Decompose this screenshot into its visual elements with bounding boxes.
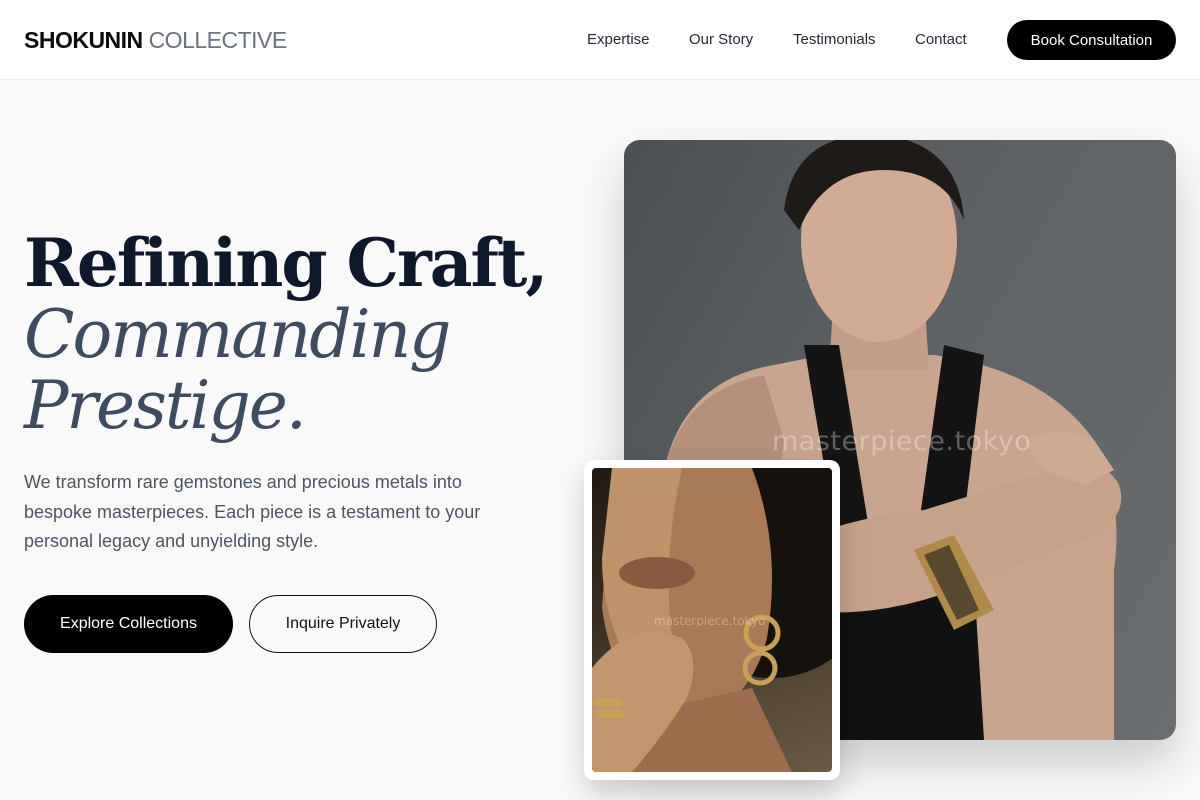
nav-link-expertise[interactable]: Expertise (587, 30, 650, 50)
brand-name-light: COLLECTIVE (148, 27, 288, 53)
nav-link-our-story[interactable]: Our Story (689, 30, 753, 50)
nav-link-contact[interactable]: Contact (915, 30, 967, 50)
explore-collections-button[interactable]: Explore Collections (24, 595, 233, 653)
hero-inset-photo-frame: masterpiece.tokyo (584, 460, 840, 780)
inquire-privately-button[interactable]: Inquire Privately (249, 595, 437, 653)
brand-name-strong: SHOKUNIN (24, 27, 143, 53)
headline-line-1: Refining Craft, (24, 224, 548, 302)
site-header: SHOKUNIN COLLECTIVE Expertise Our Story … (0, 0, 1200, 80)
hero-tagline: We transform rare gemstones and precious… (24, 472, 481, 551)
headline-line-3: Prestige. (24, 367, 307, 444)
hero-headline: Refining Craft, Commanding Prestige. (24, 224, 584, 444)
inset-photo-watermark: masterpiece.tokyo (654, 614, 766, 628)
brand-logo[interactable]: SHOKUNIN COLLECTIVE (24, 26, 287, 54)
book-consultation-button[interactable]: Book Consultation (1007, 20, 1176, 60)
headline-line-2: Commanding (24, 296, 451, 373)
hero-inset-photo: masterpiece.tokyo (592, 468, 832, 772)
main-photo-watermark: masterpiece.tokyo (772, 426, 1032, 457)
nav-link-testimonials[interactable]: Testimonials (793, 30, 876, 50)
